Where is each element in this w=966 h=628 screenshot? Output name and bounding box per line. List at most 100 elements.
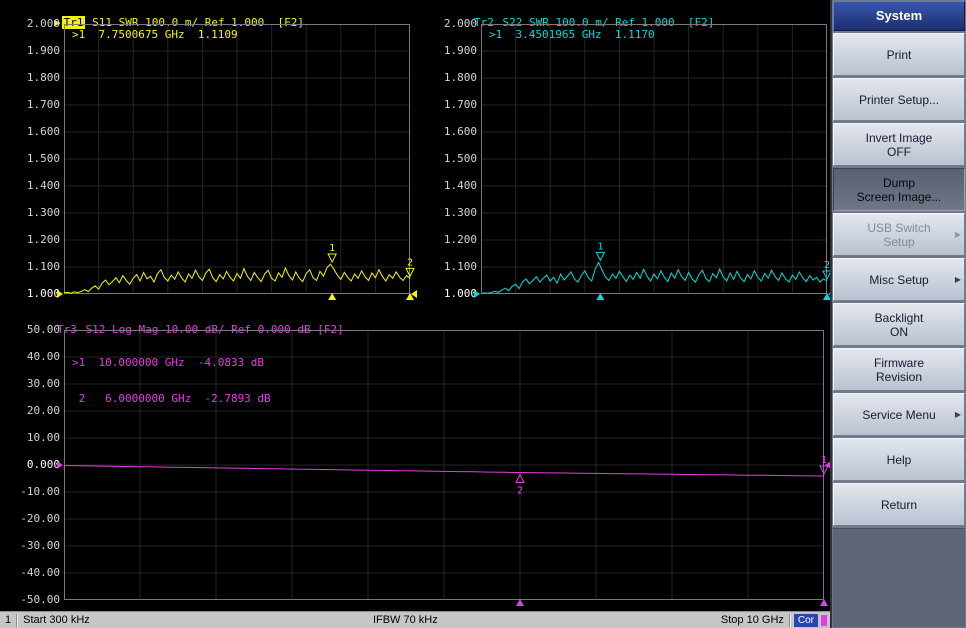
menu-invert-image-off[interactable]: Invert Image OFF — [833, 123, 965, 166]
menu-dump-screen-image[interactable]: Dump Screen Image... — [833, 168, 965, 211]
status-divider — [788, 613, 791, 627]
y-axis-label: 1.800 — [26, 71, 60, 84]
marker-axis-tick — [596, 293, 605, 300]
channel-indicator: 1 — [5, 614, 12, 626]
trace3-marker1-readout: >1 10.000000 GHz -4.0833 dB — [72, 356, 265, 369]
submenu-arrow-icon: ▶ — [954, 229, 961, 239]
menu-button-label: Help — [886, 452, 912, 467]
menu-service-menu[interactable]: Service Menu ▶ — [833, 393, 965, 436]
menu-system: System — [833, 1, 965, 31]
y-axis-label: 20.00 — [26, 404, 60, 417]
menu-button-label: Firmware — [874, 355, 924, 370]
marker-1-icon — [327, 253, 337, 264]
menu-button-label: USB Switch — [867, 220, 931, 235]
trace3-y-axis: 50.00 40.00 30.00 20.00 10.00 0.000 -10.00 -20.… — [8, 323, 60, 606]
y-axis-label: 1.200 — [26, 233, 60, 246]
status-bar: 1 Start 300 kHz IFBW 70 kHz Stop 10 GHz … — [0, 611, 830, 628]
y-axis-label: 2.000 — [443, 17, 477, 30]
marker-axis-tick — [516, 599, 524, 606]
ifbw-value[interactable]: IFBW 70 kHz — [368, 614, 443, 626]
y-axis-label: -30.00 — [20, 539, 60, 552]
menu-printer-setup[interactable]: Printer Setup... — [833, 78, 965, 121]
menu-button-label: ON — [890, 324, 908, 339]
y-axis-label: -10.00 — [20, 485, 60, 498]
marker-1-icon — [595, 251, 606, 262]
y-axis-label: 1.300 — [26, 206, 60, 219]
y-axis-label: 1.500 — [26, 152, 60, 165]
menu-usb-switch-setup: USB Switch Setup ▶ — [833, 213, 965, 256]
vna-application: ▶ Tr1 S11 SWR 100.0 m/ Ref 1.000 [F2] 2.0… — [0, 0, 966, 628]
submenu-arrow-icon: ▶ — [954, 409, 961, 419]
y-axis-label: 1.700 — [26, 98, 60, 111]
y-axis-label: 1.000 — [26, 287, 60, 300]
y-axis-label: 0.000 — [26, 458, 60, 471]
menu-button-label: Service Menu — [862, 407, 936, 422]
menu-panel: System Print Printer Setup... Invert Image O… — [830, 0, 966, 628]
menu-button-label: Screen Image... — [856, 189, 942, 204]
y-axis-label: 30.00 — [26, 377, 60, 390]
menu-button-label: System — [875, 8, 923, 23]
trace2-plot-svg: 12 — [474, 24, 834, 300]
menu-button-label: Printer Setup... — [858, 92, 940, 107]
y-axis-label: 1.100 — [26, 260, 60, 273]
y-axis-label: 1.600 — [443, 125, 477, 138]
ref-level-arrow-left — [474, 290, 480, 298]
marker-axis-tick — [820, 599, 828, 606]
y-axis-label: 1.600 — [26, 125, 60, 138]
trace1-plot-svg: 12 — [57, 24, 417, 300]
marker-1-label: 1 — [329, 243, 335, 254]
menu-print[interactable]: Print — [833, 33, 965, 76]
start-frequency[interactable]: Start 300 kHz — [18, 614, 95, 626]
sweep-indicator — [821, 614, 828, 626]
menu-return[interactable]: Return — [833, 483, 965, 526]
menu-help[interactable]: Help — [833, 438, 965, 481]
marker-axis-tick — [328, 293, 337, 300]
menu-button-label: Return — [880, 497, 918, 512]
menu-backlight-on[interactable]: Backlight ON — [833, 303, 965, 346]
y-axis-label: 1.400 — [443, 179, 477, 192]
y-axis-label: -50.00 — [20, 593, 60, 606]
y-axis-label: 1.300 — [443, 206, 477, 219]
y-axis-label: 1.500 — [443, 152, 477, 165]
trace2-y-axis: 2.000 1.900 1.800 1.700 1.600 1.500 1.400 1.300… — [425, 17, 477, 300]
menu-button-label: OFF — [887, 144, 911, 159]
y-axis-label: -20.00 — [20, 512, 60, 525]
y-axis-label: 1.900 — [443, 44, 477, 57]
menu-empty-area — [833, 528, 965, 627]
y-axis-label: 1.400 — [26, 179, 60, 192]
menu-button-label: Misc Setup — [869, 272, 929, 287]
trace1-marker-readout: >1 7.7500675 GHz 1.1109 — [72, 28, 238, 41]
menu-misc-setup[interactable]: Misc Setup ▶ — [833, 258, 965, 301]
marker-2-label: 2 — [517, 486, 523, 497]
y-axis-label: 2.000 — [26, 17, 60, 30]
y-axis-label: 1.800 — [443, 71, 477, 84]
trace3-marker2-readout: 2 6.0000000 GHz -2.7893 dB — [72, 392, 271, 405]
menu-button-label: Print — [886, 47, 912, 62]
trace3-marker-readout: >1 10.000000 GHz -4.0833 dB 2 6.0000000 … — [72, 333, 271, 429]
y-axis-label: 1.900 — [26, 44, 60, 57]
instrument-screen: ▶ Tr1 S11 SWR 100.0 m/ Ref 1.000 [F2] 2.0… — [0, 0, 834, 628]
trace2-marker-readout: >1 3.4501965 GHz 1.1170 — [489, 28, 655, 41]
submenu-arrow-icon: ▶ — [954, 274, 961, 284]
trace1-y-axis: 2.000 1.900 1.800 1.700 1.600 1.500 1.400 1.300… — [8, 17, 60, 300]
ref-level-arrow-left — [57, 461, 63, 469]
menu-button-label: Setup — [883, 234, 915, 249]
stop-frequency[interactable]: Stop 10 GHz — [716, 614, 789, 626]
y-axis-label: 50.00 — [26, 323, 60, 336]
y-axis-label: 1.100 — [443, 260, 477, 273]
menu-button-label: Invert Image — [865, 130, 933, 145]
y-axis-label: 1.200 — [443, 233, 477, 246]
y-axis-label: 10.00 — [26, 431, 60, 444]
marker-2-label: 2 — [407, 257, 413, 268]
ref-level-arrow-left — [57, 290, 63, 298]
menu-button-label: Revision — [875, 369, 923, 384]
marker-1-label: 1 — [821, 455, 827, 466]
menu-firmware-revision[interactable]: Firmware Revision — [833, 348, 965, 391]
menu-button-label: Dump — [882, 175, 915, 190]
y-axis-label: 40.00 — [26, 350, 60, 363]
y-axis-label: 1.700 — [443, 98, 477, 111]
menu-button-label: Backlight — [874, 310, 924, 325]
correction-status-badge: Cor — [793, 613, 819, 627]
y-axis-label: -40.00 — [20, 566, 60, 579]
marker-1-label: 1 — [597, 241, 603, 252]
